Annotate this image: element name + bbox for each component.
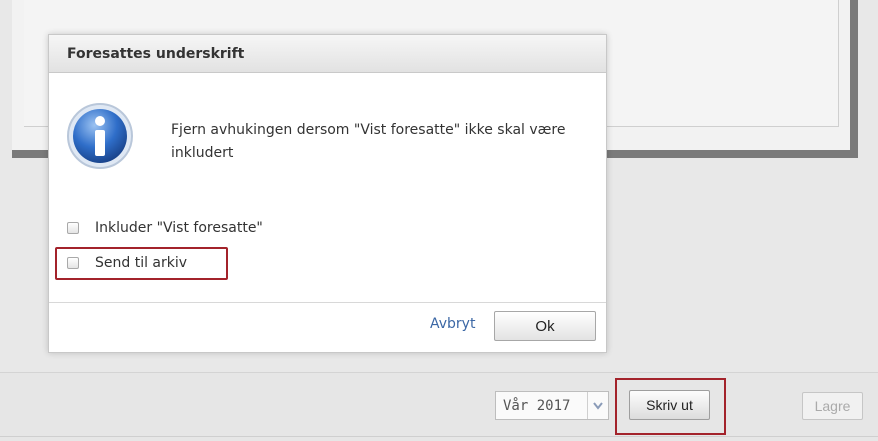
footer-bar — [0, 372, 878, 441]
dialog-title: Foresattes underskrift — [67, 45, 245, 62]
season-select-value: Vår 2017 — [503, 397, 571, 414]
info-icon — [67, 103, 133, 169]
send-to-archive-checkbox[interactable] — [67, 257, 79, 269]
signature-dialog: Foresattes underskrift Fjern avhukingen … — [48, 34, 607, 353]
dialog-message-text: Fjern avhukingen dersom "Vist foresatte"… — [171, 122, 566, 161]
dialog-divider — [49, 302, 606, 303]
include-guardians-label: Inkluder "Vist foresatte" — [95, 220, 263, 236]
dialog-message: Fjern avhukingen dersom "Vist foresatte"… — [65, 101, 585, 181]
chevron-down-icon[interactable] — [587, 392, 608, 419]
footer-divider — [0, 436, 878, 437]
cancel-link[interactable]: Avbryt — [430, 316, 475, 332]
dialog-header: Foresattes underskrift — [49, 35, 606, 73]
print-button[interactable]: Skriv ut — [629, 390, 710, 420]
save-button[interactable]: Lagre — [802, 392, 863, 420]
include-guardians-option[interactable]: Inkluder "Vist foresatte" — [67, 218, 263, 238]
ok-button[interactable]: Ok — [494, 311, 596, 341]
send-to-archive-option[interactable]: Send til arkiv — [67, 253, 187, 273]
season-select[interactable]: Vår 2017 — [495, 391, 609, 420]
include-guardians-checkbox[interactable] — [67, 222, 79, 234]
send-to-archive-label: Send til arkiv — [95, 255, 188, 271]
